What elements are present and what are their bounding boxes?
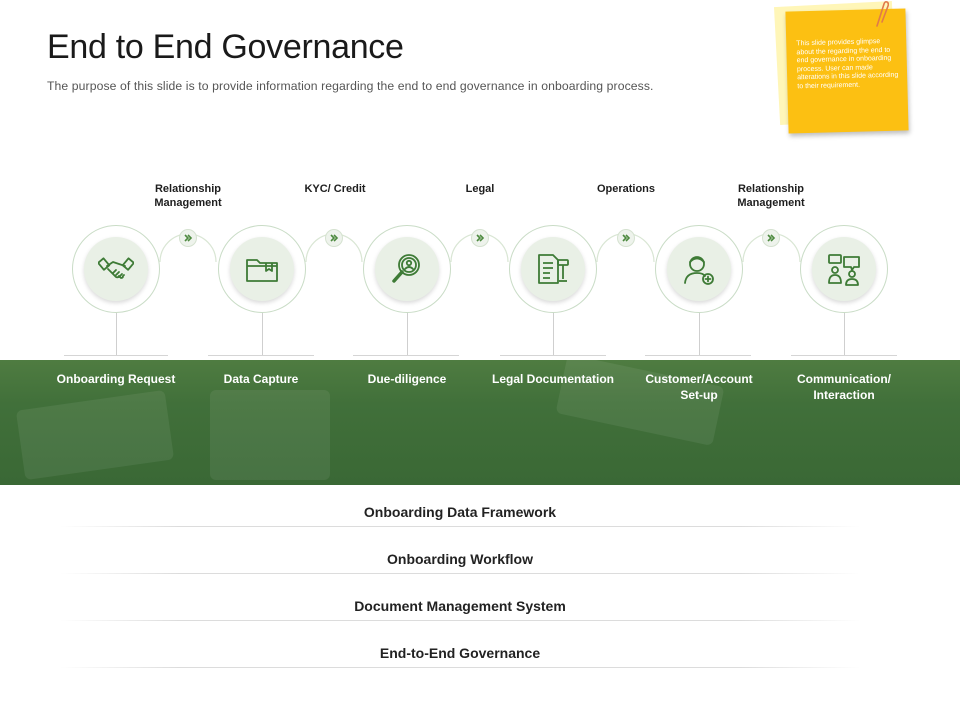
handshake-icon [98, 257, 134, 279]
step-drop-line [844, 313, 845, 356]
step-label: Legal Documentation [491, 372, 614, 386]
category-label: Relationship Management [154, 183, 222, 209]
band-texture [15, 389, 175, 481]
framework-item: Document Management System [354, 598, 566, 614]
step-drop-line [262, 313, 263, 356]
next-arrow-icon [179, 229, 197, 247]
paperclip-icon [876, 0, 889, 27]
framework-divider [60, 620, 860, 621]
step-drop-line [553, 313, 554, 356]
framework-divider [60, 573, 860, 574]
step-label: Due-diligence [367, 372, 447, 386]
category-label: Relationship Management [737, 183, 805, 209]
step-icon-badge [667, 237, 731, 301]
step-icon-badge [521, 237, 585, 301]
band-texture [210, 390, 330, 480]
slide-title: End to End Governance [47, 28, 404, 66]
step-icon-badge [230, 237, 294, 301]
process-band: Onboarding Request Data Capture Due-dili… [0, 360, 960, 485]
customer-add-icon [684, 256, 714, 285]
category-label: KYC/ Credit [304, 183, 366, 195]
framework-item: End-to-End Governance [379, 645, 541, 661]
sticky-note: This slide provides glimpse about the re… [785, 8, 909, 134]
step-base-line [64, 355, 168, 356]
framework-item: Onboarding Workflow [387, 551, 533, 567]
magnifier-person-icon [392, 254, 420, 283]
step-icon-badge [375, 237, 439, 301]
step-drop-line [116, 313, 117, 356]
legal-document-gavel-icon [538, 254, 569, 284]
step-base-line [500, 355, 606, 356]
step-drop-line [699, 313, 700, 356]
next-arrow-icon [325, 229, 343, 247]
step-label: Communication/ Interaction [796, 372, 891, 402]
framework-divider [60, 667, 860, 668]
framework-item: Onboarding Data Framework [363, 504, 557, 520]
folder-icon [246, 259, 278, 282]
step-base-line [208, 355, 314, 356]
sticky-note-text: This slide provides glimpse about the re… [796, 38, 899, 91]
next-arrow-icon [617, 229, 635, 247]
step-base-line [791, 355, 897, 356]
next-arrow-icon [471, 229, 489, 247]
step-label: Onboarding Request [56, 372, 176, 386]
step-base-line [353, 355, 459, 356]
slide-subtitle: The purpose of this slide is to provide … [47, 79, 654, 93]
step-base-line [645, 355, 751, 356]
step-label: Customer/Account Set-up [645, 372, 753, 402]
step-icon-badge [84, 237, 148, 301]
step-icon-badge [812, 237, 876, 301]
category-label: Operations [596, 183, 656, 195]
step-label: Data Capture [223, 372, 299, 386]
framework-divider [60, 526, 860, 527]
step-drop-line [407, 313, 408, 356]
category-label: Legal [465, 183, 495, 195]
next-arrow-icon [762, 229, 780, 247]
chat-people-icon [828, 254, 860, 286]
